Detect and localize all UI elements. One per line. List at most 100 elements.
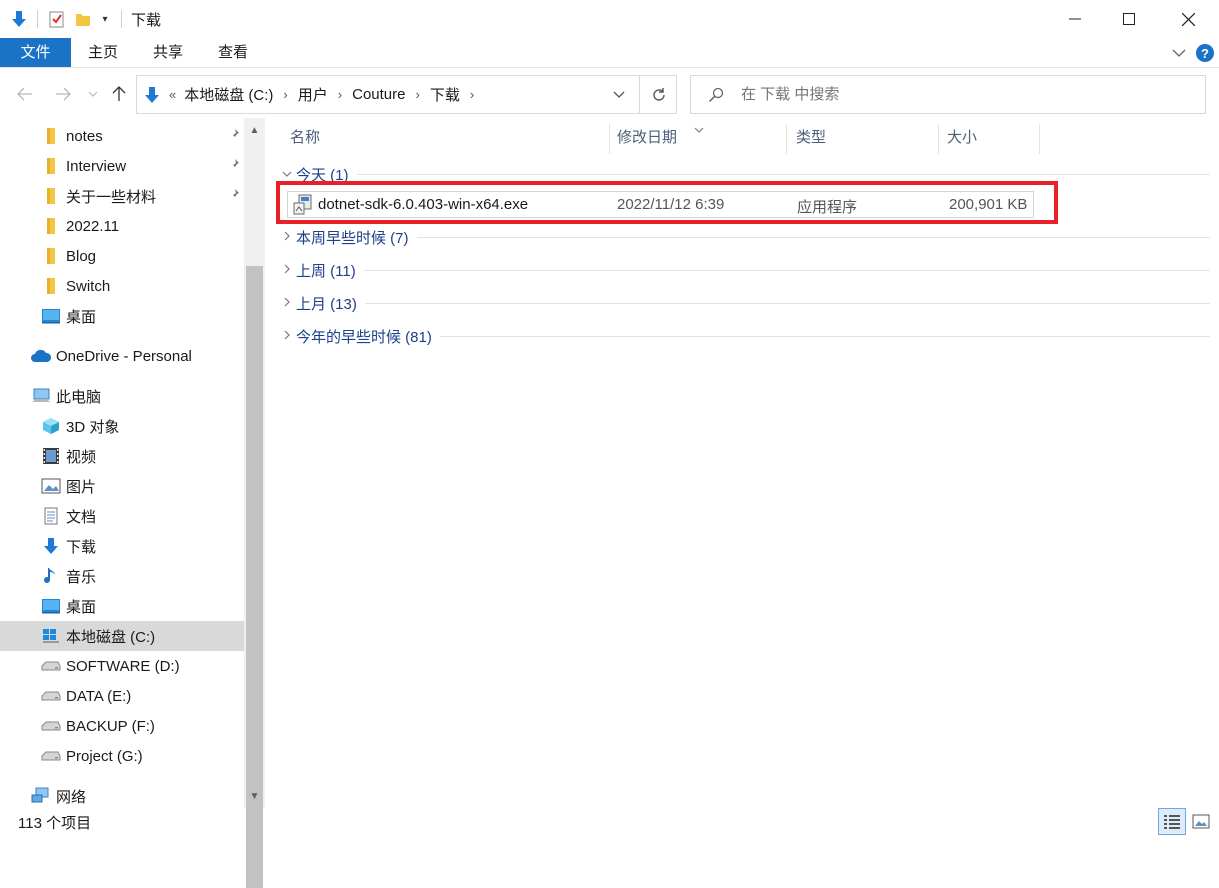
- sidebar-item-desktop[interactable]: 桌面: [0, 301, 244, 331]
- drive-icon: [40, 657, 62, 675]
- column-header-name[interactable]: 名称: [280, 122, 610, 154]
- breadcrumb-local-disk[interactable]: 本地磁盘 (C:): [180, 84, 277, 105]
- window-title: 下载: [131, 12, 162, 29]
- new-folder-icon[interactable]: [72, 8, 94, 30]
- sidebar-item-interview[interactable]: Interview: [0, 151, 244, 181]
- chevron-right-icon[interactable]: [278, 231, 296, 244]
- chevron-down-icon[interactable]: [278, 168, 296, 180]
- sidebar-scrollbar[interactable]: ▲ ▼: [244, 118, 265, 888]
- sidebar-item-project-g[interactable]: Project (G:): [0, 741, 244, 771]
- network-icon: [30, 787, 52, 805]
- tab-view[interactable]: 查看: [210, 38, 256, 67]
- sidebar-item-local-disk-c[interactable]: 本地磁盘 (C:): [0, 621, 244, 651]
- minimize-icon[interactable]: [1044, 0, 1106, 38]
- folder-icon: [40, 127, 62, 145]
- cube-3d-icon: [40, 417, 62, 435]
- address-bar[interactable]: « 本地磁盘 (C:) › 用户 › Couture › 下载 ›: [136, 75, 677, 114]
- sidebar-item-label: 文档: [66, 508, 97, 526]
- sidebar-item-downloads[interactable]: 下载: [0, 531, 244, 561]
- sidebar-item-label: BACKUP (F:): [66, 717, 155, 735]
- tab-file[interactable]: 文件: [0, 38, 71, 67]
- sidebar-item-backup-f[interactable]: BACKUP (F:): [0, 711, 244, 741]
- up-arrow-icon[interactable]: [107, 80, 131, 108]
- breadcrumb-downloads[interactable]: 下载: [426, 84, 464, 105]
- close-icon[interactable]: [1157, 0, 1219, 38]
- chevron-right-icon[interactable]: ›: [464, 87, 480, 102]
- chevron-right-icon[interactable]: [278, 297, 296, 310]
- sidebar-item-switch[interactable]: Switch: [0, 271, 244, 301]
- expand-ribbon-icon[interactable]: [1168, 42, 1190, 64]
- large-icons-view-icon[interactable]: [1187, 808, 1215, 835]
- video-icon: [40, 447, 62, 465]
- status-item-count: 113 个项目: [18, 815, 92, 832]
- group-label: 今天 (1): [296, 166, 349, 184]
- group-today[interactable]: 今天 (1): [278, 160, 1210, 188]
- search-input[interactable]: [741, 86, 1181, 103]
- sidebar-item-label: 关于一些材料: [66, 188, 157, 206]
- group-last-week[interactable]: 上周 (11): [278, 256, 1210, 284]
- sidebar-item-notes[interactable]: notes: [0, 121, 244, 151]
- sidebar-item-onedrive[interactable]: OneDrive - Personal: [0, 341, 244, 371]
- column-divider[interactable]: [1039, 124, 1040, 154]
- toolbar-separator: [37, 10, 38, 28]
- sidebar-item-videos[interactable]: 视频: [0, 441, 244, 471]
- group-last-month[interactable]: 上月 (13): [278, 289, 1210, 317]
- pin-icon[interactable]: [228, 188, 240, 203]
- sidebar-item-label: 此电脑: [56, 388, 102, 406]
- maximize-icon[interactable]: [1098, 0, 1160, 38]
- cloud-icon: [30, 347, 52, 365]
- column-header-type[interactable]: 类型: [786, 122, 936, 154]
- search-box[interactable]: [690, 75, 1206, 114]
- sidebar-item-materials[interactable]: 关于一些材料: [0, 181, 244, 211]
- sidebar-item-label: Project (G:): [66, 747, 143, 765]
- tab-home[interactable]: 主页: [80, 38, 126, 67]
- chevron-right-icon[interactable]: ›: [409, 87, 425, 102]
- computer-icon: [30, 387, 52, 405]
- sidebar-item-3d-objects[interactable]: 3D 对象: [0, 411, 244, 441]
- recent-locations-icon[interactable]: [83, 80, 103, 108]
- download-icon[interactable]: [8, 8, 30, 30]
- sidebar-item-desktop-pc[interactable]: 桌面: [0, 591, 244, 621]
- breadcrumb-overflow[interactable]: «: [165, 87, 180, 102]
- back-arrow-icon[interactable]: [13, 80, 37, 108]
- sidebar-item-network[interactable]: 网络: [0, 781, 244, 808]
- windows-drive-icon: [40, 627, 62, 645]
- group-earlier-this-week[interactable]: 本周早些时候 (7): [278, 223, 1210, 251]
- pin-icon[interactable]: [228, 128, 240, 143]
- scroll-up-arrow-icon[interactable]: ▲: [244, 118, 265, 142]
- help-icon[interactable]: ?: [1194, 42, 1216, 64]
- column-header-size[interactable]: 大小: [937, 122, 1037, 154]
- forward-arrow-icon[interactable]: [51, 80, 75, 108]
- sidebar-item-blog[interactable]: Blog: [0, 241, 244, 271]
- sidebar-item-2022-11[interactable]: 2022.11: [0, 211, 244, 241]
- breadcrumb-couture[interactable]: Couture: [348, 86, 409, 103]
- file-name: dotnet-sdk-6.0.403-win-x64.exe: [318, 196, 529, 213]
- chevron-right-icon[interactable]: ›: [277, 87, 293, 102]
- sidebar-item-documents[interactable]: 文档: [0, 501, 244, 531]
- chevron-right-icon[interactable]: ›: [332, 87, 348, 102]
- properties-icon[interactable]: [46, 8, 68, 30]
- sidebar-item-software-d[interactable]: SOFTWARE (D:): [0, 651, 244, 681]
- breadcrumb-users[interactable]: 用户: [294, 84, 332, 105]
- refresh-icon[interactable]: [639, 75, 677, 114]
- details-view-icon[interactable]: [1158, 808, 1186, 835]
- sidebar-item-data-e[interactable]: DATA (E:): [0, 681, 244, 711]
- chevron-right-icon[interactable]: [278, 330, 296, 343]
- group-divider: [416, 236, 1210, 238]
- customize-quick-access-icon[interactable]: ▾: [96, 8, 114, 30]
- scroll-down-arrow-icon[interactable]: ▼: [244, 784, 265, 808]
- sidebar-item-pictures[interactable]: 图片: [0, 471, 244, 501]
- tab-share[interactable]: 共享: [145, 38, 191, 67]
- address-history-dropdown[interactable]: [601, 75, 637, 114]
- sidebar-item-music[interactable]: 音乐: [0, 561, 244, 591]
- file-type: 应用程序: [797, 199, 858, 216]
- sidebar-item-label: 桌面: [66, 308, 97, 326]
- group-divider: [356, 173, 1210, 175]
- group-earlier-this-year[interactable]: 今年的早些时候 (81): [278, 322, 1210, 350]
- pin-icon[interactable]: [228, 158, 240, 173]
- sidebar-item-label: 2022.11: [66, 217, 120, 235]
- sidebar-item-this-pc[interactable]: 此电脑: [0, 381, 244, 411]
- chevron-right-icon[interactable]: [278, 264, 296, 277]
- file-row[interactable]: dotnet-sdk-6.0.403-win-x64.exe 2022/11/1…: [287, 191, 1034, 218]
- download-icon: [139, 86, 165, 104]
